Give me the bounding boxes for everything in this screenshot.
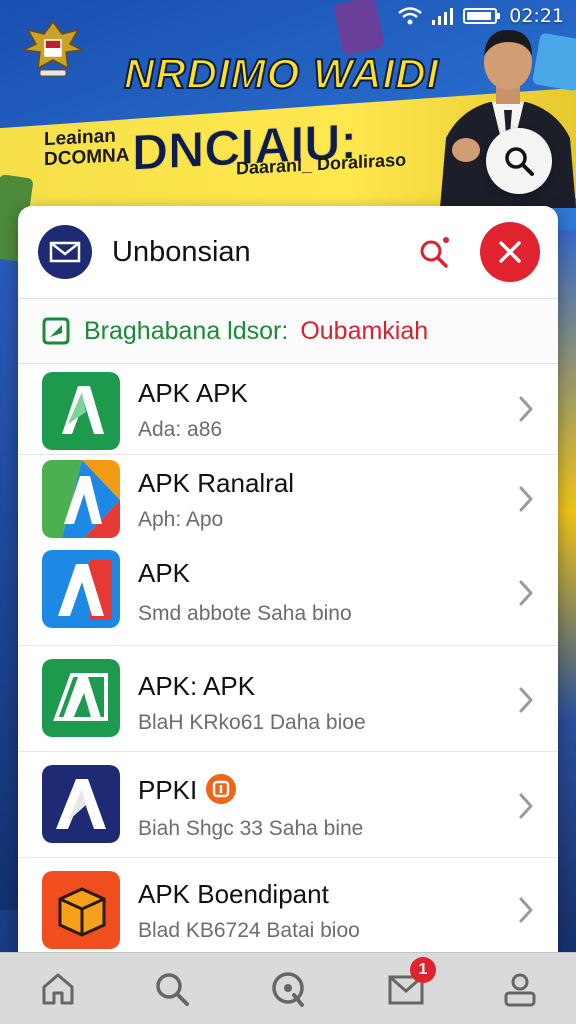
app-orange-box-icon	[42, 871, 120, 949]
app-subtitle: Aph: Apo	[138, 508, 224, 531]
app-list-item[interactable]: APK: APK BlaH KRko61 Daha bioe	[18, 645, 558, 752]
search-icon	[420, 237, 449, 268]
dialog-subheader: Braghabana ldsor: Oubamkiah	[18, 299, 558, 364]
nav-discover-button[interactable]	[266, 967, 310, 1011]
decorative-card	[333, 0, 385, 56]
subheader-value: Oubamkiah	[300, 316, 429, 345]
badge-glyph-icon	[213, 780, 230, 798]
discover-icon	[272, 972, 304, 1007]
dialog-title: Unbonsian	[112, 235, 251, 268]
app-name-with-badge: PPKI	[138, 774, 237, 807]
app-multicolor-a-icon	[42, 460, 120, 538]
app-subtitle: BlaH KRko61 Daha bioe	[138, 711, 366, 734]
notification-badge: 1	[410, 957, 436, 983]
chevron-right-icon	[519, 897, 533, 923]
dialog-logo	[38, 225, 92, 279]
app-list-item[interactable]: APK Boendipant Blad KB6724 Batai bioo	[18, 857, 558, 954]
app-name: APK Boendipant	[138, 879, 329, 909]
search-icon	[505, 147, 534, 176]
nav-search-button[interactable]	[150, 967, 194, 1011]
wifi-icon	[398, 7, 423, 25]
app-name: APK Ranalral	[138, 468, 295, 498]
signal-icon	[432, 8, 454, 25]
banner-title: NRDIMO WAIDI	[123, 49, 440, 98]
background-left-decoration	[0, 210, 20, 910]
garuda-emblem-icon	[21, 20, 85, 77]
app-list-item[interactable]: APK APK Ada: a86	[18, 364, 558, 455]
status-bar: 02:21	[397, 2, 564, 30]
app-subtitle: Smd abbote Saha bino	[138, 602, 352, 625]
dialog-header: Unbonsian	[18, 206, 558, 299]
dialog-search-button[interactable]	[412, 230, 456, 274]
app-green-a-icon	[42, 372, 120, 450]
search-icon	[156, 973, 189, 1006]
app-picker-dialog: Unbonsian Braghabana ldsor: Oubamkiah AP…	[18, 206, 558, 954]
subheader-label: Braghabana ldsor:	[84, 316, 289, 345]
app-name: APK: APK	[138, 671, 256, 701]
app-name: APK APK	[138, 378, 248, 408]
app-navy-a-icon	[42, 765, 120, 843]
app-list-item[interactable]: APK Ranalral Aph: Apo	[18, 454, 558, 544]
app-name: PPKI	[138, 775, 198, 805]
profile-icon	[504, 973, 536, 1007]
bottom-nav: 1	[0, 952, 576, 1024]
home-icon	[42, 973, 74, 1005]
nav-home-button[interactable]	[36, 967, 80, 1011]
nav-profile-button[interactable]	[498, 967, 542, 1011]
nav-inbox-button[interactable]: 1	[384, 957, 436, 1011]
close-icon	[499, 241, 521, 263]
chevron-right-icon	[519, 486, 533, 512]
app-subtitle: Ada: a86	[138, 418, 223, 441]
dialog-close-button[interactable]	[480, 222, 540, 282]
status-time: 02:21	[509, 5, 564, 27]
tag-icon	[42, 317, 70, 345]
floating-search-button[interactable]	[486, 128, 552, 194]
chevron-right-icon	[519, 793, 533, 819]
banner-subtitle-left: Leainan DCOMNA	[44, 125, 130, 170]
app-subtitle: Blad KB6724 Batai bioo	[138, 919, 360, 942]
app-subtitle: Biah Shgc 33 Saha bine	[138, 817, 364, 840]
app-name: APK	[138, 558, 191, 588]
app-list-item[interactable]: APK Smd abbote Saha bino	[18, 544, 558, 646]
chevron-right-icon	[519, 396, 533, 422]
app-green-box-icon	[42, 659, 120, 737]
chevron-right-icon	[519, 687, 533, 713]
screen: NRDIMO WAIDI Leainan DCOMNA DNCIAIU: Daa…	[0, 0, 576, 1024]
app-list-item[interactable]: PPKI Biah Shgc 33 Saha bine	[18, 751, 558, 858]
battery-icon	[463, 8, 501, 24]
orange-badge-icon	[206, 774, 237, 805]
chevron-right-icon	[519, 580, 533, 606]
mail-icon	[49, 241, 81, 263]
app-blue-a-icon	[42, 550, 120, 628]
